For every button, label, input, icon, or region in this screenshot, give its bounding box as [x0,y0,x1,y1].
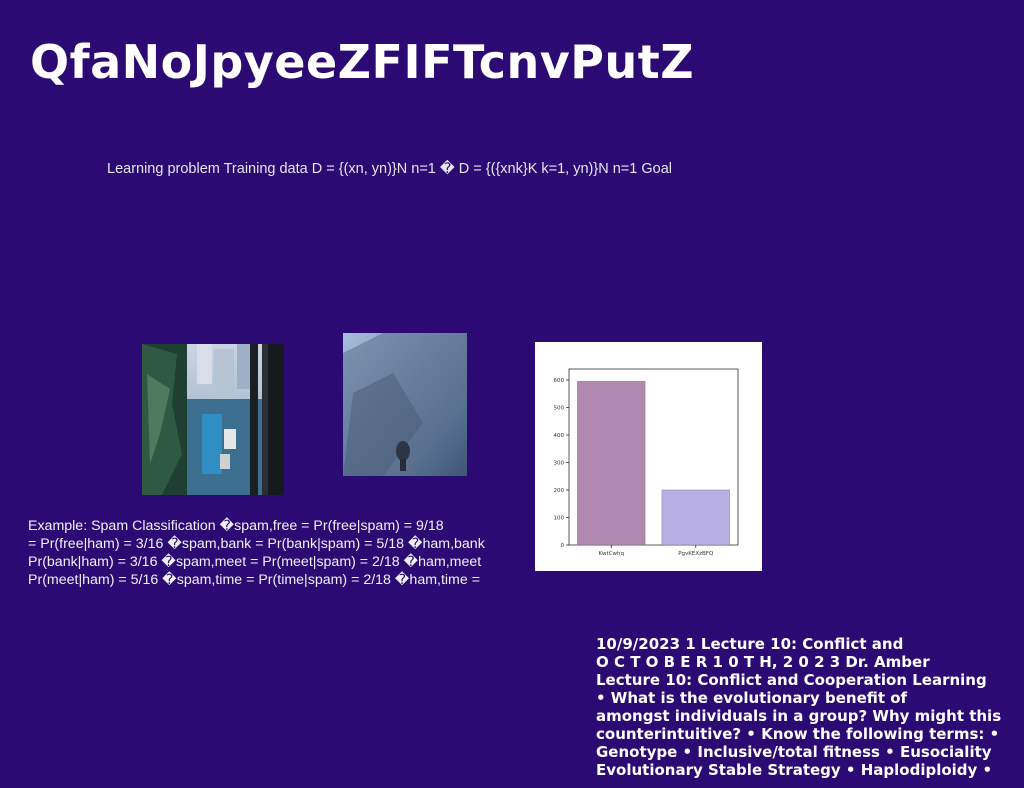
lecture-line: Lecture 10: Conflict and Cooperation Lea… [596,671,987,689]
y-tick-label: 600 [554,378,565,384]
y-tick-label: 300 [554,461,565,467]
y-tick-label: 400 [554,433,565,439]
city-window-photo [142,344,284,495]
lecture-line: O C T O B E R 1 0 T H, 2 0 2 3 Dr. Amber [596,653,930,671]
lecture-notes: 10/9/2023 1 Lecture 10: Conflict and O C… [596,635,1024,779]
slide-title: QfaNoJpyeeZFIFTcnvPutZ [30,35,695,89]
example-line: Example: Spam Classification �spam,free … [28,518,444,534]
lecture-line: amongst individuals in a group? Why migh… [596,707,1002,725]
bar [577,381,646,546]
y-tick-label: 500 [554,406,565,412]
bar-chart-svg: 0 100 200 300 400 500 600 KwtCwhq PgvKEXzBFQ [554,368,739,557]
bar-chart: 0 100 200 300 400 500 600 KwtCwhq PgvKEXzBFQ [535,342,762,571]
lecture-line: Genotype • Inclusive/total fitness • Eus… [596,743,992,761]
lecture-line: Evolutionary Stable Strategy • Haplodipl… [596,761,993,779]
x-tick-label: KwtCwhq [598,551,624,557]
lecture-line: 10/9/2023 1 Lecture 10: Conflict and [596,635,904,653]
example-line: Pr(meet|ham) = 5/16 �spam,time = Pr(time… [28,572,480,588]
lecture-line: counterintuitive? • Know the following t… [596,725,1000,743]
example-line: Pr(bank|ham) = 3/16 �spam,meet = Pr(meet… [28,554,482,570]
lecture-line: • What is the evolutionary benefit of [596,689,908,707]
y-tick-label: 100 [554,516,565,522]
spam-classification-example: Example: Spam Classification �spam,free … [28,517,533,589]
learning-problem-text: Learning problem Training data D = {(xn,… [107,161,672,177]
x-tick-label: PgvKEXzBFQ [678,551,714,557]
misty-cliff-photo [343,333,467,476]
y-tick-label: 200 [554,488,565,494]
example-line: = Pr(free|ham) = 3/16 �spam,bank = Pr(ba… [28,536,485,552]
bar [661,489,730,546]
y-tick-label: 0 [561,543,565,549]
